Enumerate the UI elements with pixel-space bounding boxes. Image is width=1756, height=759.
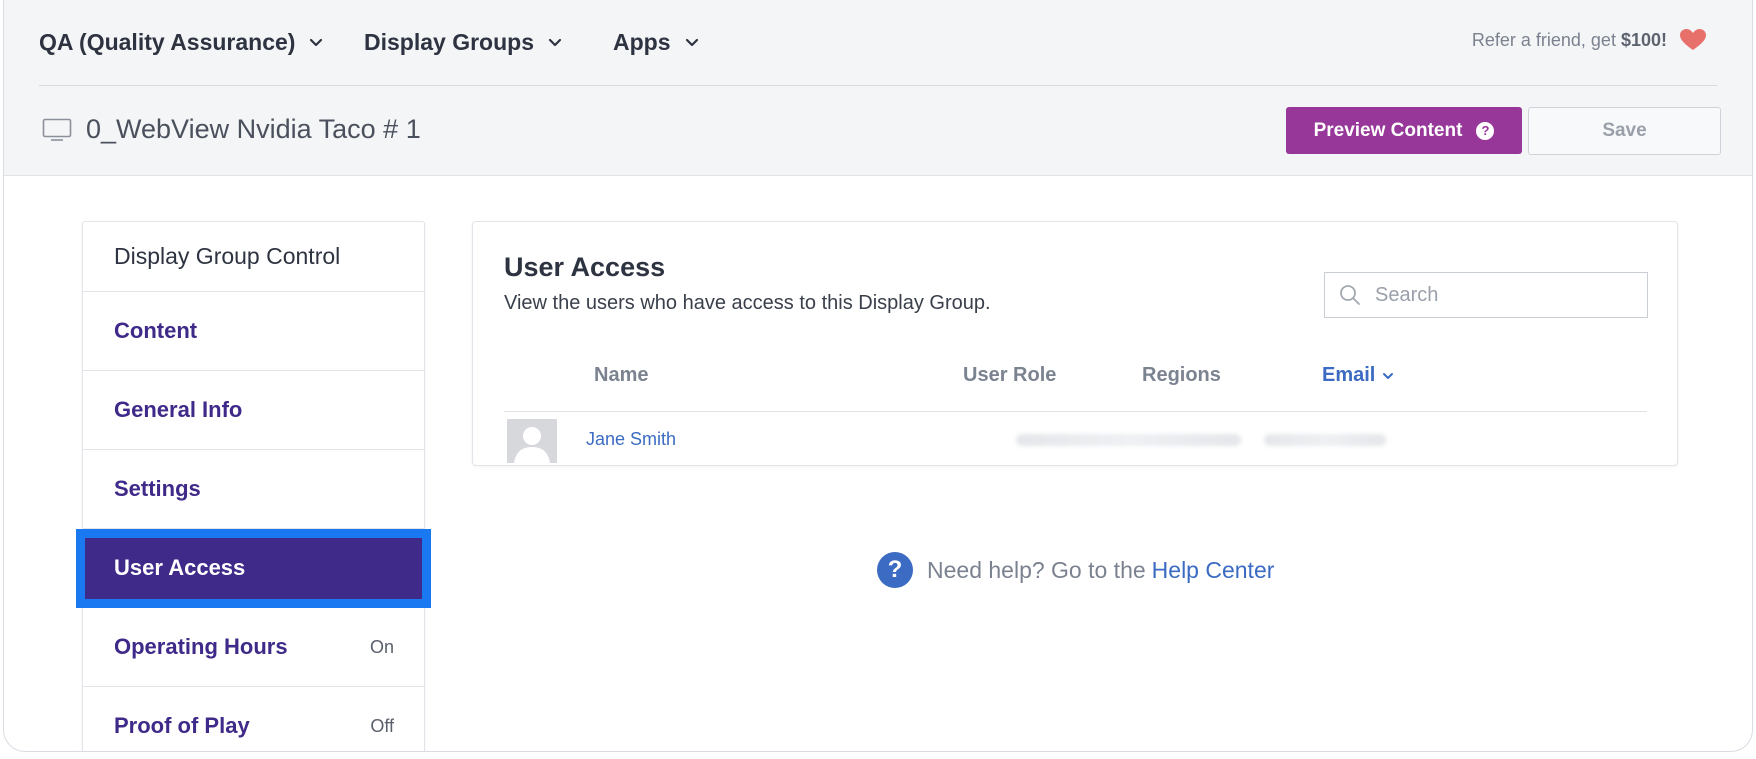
sidebar-title: Display Group Control bbox=[83, 222, 424, 292]
column-header-name[interactable]: Name bbox=[594, 364, 648, 387]
chevron-down-icon bbox=[1383, 372, 1394, 379]
sidebar-item-label: Settings bbox=[114, 476, 201, 501]
user-silhouette-icon bbox=[507, 419, 557, 463]
refer-a-friend-link[interactable]: Refer a friend, get $100! bbox=[1472, 28, 1707, 52]
help-footer: ? Need help? Go to the Help Center bbox=[877, 552, 1274, 588]
heart-icon bbox=[1680, 29, 1706, 50]
redacted-date bbox=[1264, 434, 1386, 446]
refer-text: Refer a friend, get bbox=[1471, 29, 1616, 50]
sidebar-item-operating-hours[interactable]: Operating Hours On bbox=[83, 608, 424, 687]
column-header-email[interactable]: Email bbox=[1322, 364, 1395, 387]
page-title: User Access bbox=[504, 252, 666, 282]
refer-amount: $100! bbox=[1620, 29, 1667, 50]
preview-content-button[interactable]: Preview Content ? bbox=[1286, 107, 1522, 154]
column-header-regions[interactable]: Regions bbox=[1142, 364, 1221, 387]
apps-menu[interactable]: Apps bbox=[613, 26, 701, 58]
table-row[interactable]: Jane Smith bbox=[504, 412, 1647, 465]
apps-label: Apps bbox=[613, 28, 671, 55]
help-text: Need help? Go to the bbox=[927, 556, 1146, 583]
sidebar-item-user-access[interactable]: User Access bbox=[76, 529, 431, 608]
chevron-down-icon bbox=[685, 38, 698, 47]
sidebar-item-general-info[interactable]: General Info bbox=[83, 371, 424, 450]
column-header-user-role[interactable]: User Role bbox=[963, 364, 1056, 387]
save-label: Save bbox=[1602, 120, 1647, 141]
status-badge: On bbox=[369, 636, 394, 657]
avatar bbox=[507, 419, 557, 463]
help-question-icon: ? bbox=[877, 552, 913, 588]
monitor-icon bbox=[42, 118, 72, 141]
help-center-link[interactable]: Help Center bbox=[1152, 557, 1275, 584]
sidebar-item-settings[interactable]: Settings bbox=[83, 450, 424, 529]
org-selector[interactable]: QA (Quality Assurance) bbox=[39, 26, 325, 58]
display-groups-menu[interactable]: Display Groups bbox=[364, 26, 564, 58]
display-groups-label: Display Groups bbox=[364, 28, 534, 55]
chevron-down-icon bbox=[548, 38, 562, 47]
sidebar-item-label: Operating Hours bbox=[114, 634, 288, 659]
page-header: QA (Quality Assurance) Display Groups Ap… bbox=[4, 0, 1752, 176]
column-header-email-label: Email bbox=[1322, 364, 1376, 386]
display-group-control-sidebar: Display Group Control Content General In… bbox=[76, 221, 431, 751]
top-nav: QA (Quality Assurance) Display Groups Ap… bbox=[39, 0, 1717, 84]
display-name-title: 0_WebView Nvidia Taco # 1 bbox=[42, 114, 421, 145]
sidebar-item-label: Proof of Play bbox=[114, 713, 250, 738]
chevron-down-icon bbox=[310, 38, 323, 47]
redacted-email bbox=[1016, 434, 1241, 446]
help-question-icon: ? bbox=[1476, 121, 1495, 140]
user-name-link[interactable]: Jane Smith bbox=[586, 429, 676, 450]
display-name-text: 0_WebView Nvidia Taco # 1 bbox=[86, 114, 421, 144]
org-selector-label: QA (Quality Assurance) bbox=[39, 28, 296, 55]
search-input[interactable] bbox=[1375, 283, 1635, 307]
search-box[interactable] bbox=[1324, 272, 1648, 318]
status-badge: Off bbox=[370, 715, 394, 736]
search-icon bbox=[1340, 285, 1360, 305]
sidebar-item-proof-of-play[interactable]: Proof of Play Off bbox=[83, 687, 424, 751]
sidebar-item-label: General Info bbox=[114, 397, 243, 422]
sidebar-item-content[interactable]: Content bbox=[83, 292, 424, 371]
page-subtitle: View the users who have access to this D… bbox=[504, 292, 991, 314]
app-window: QA (Quality Assurance) Display Groups Ap… bbox=[3, 0, 1753, 752]
preview-content-label: Preview Content bbox=[1313, 119, 1463, 141]
user-access-card: User Access View the users who have acce… bbox=[472, 221, 1678, 466]
sidebar-item-label: Content bbox=[114, 318, 198, 343]
save-button[interactable]: Save bbox=[1528, 107, 1721, 155]
sidebar-item-label: User Access bbox=[114, 555, 246, 580]
header-divider bbox=[39, 85, 1717, 86]
